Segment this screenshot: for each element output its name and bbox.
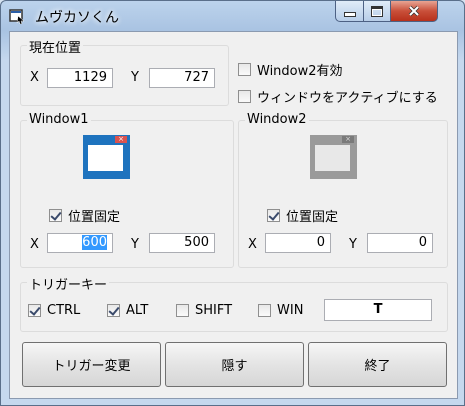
window2-enabled-checkbox[interactable]: Window2有効 (238, 60, 343, 79)
window1-fix-checkbox[interactable]: 位置固定 (49, 206, 120, 225)
alt-checkbox[interactable]: ALT (107, 303, 148, 318)
exit-button[interactable]: 終了 (308, 342, 447, 387)
ctrl-box (28, 304, 41, 317)
window2-y-label: Y (349, 237, 357, 252)
hide-button[interactable]: 隠す (165, 342, 304, 387)
window1-fix-label: 位置固定 (68, 210, 121, 225)
preview-close-icon: × (342, 136, 354, 143)
activate-window-label: ウィンドウをアクティブにする (257, 91, 438, 106)
win-label: WIN (277, 303, 304, 318)
change-trigger-button[interactable]: トリガー変更 (22, 342, 161, 387)
window-title: ムヴカソくん (35, 10, 119, 26)
activate-window-checkbox[interactable]: ウィンドウをアクティブにする (238, 87, 438, 106)
activate-window-box (238, 90, 251, 103)
window1-y-field[interactable]: 500 (149, 233, 215, 253)
shift-label: SHIFT (195, 303, 233, 318)
trigger-key-field[interactable]: T (324, 299, 432, 321)
shift-box (176, 304, 189, 317)
window2-fix-label: 位置固定 (286, 210, 339, 225)
window1-x-label: X (30, 237, 39, 252)
preview-close-icon: × (115, 136, 127, 143)
window2-x-label: X (248, 237, 257, 252)
trigger-key-label: トリガーキー (27, 274, 110, 293)
window1-label: Window1 (27, 112, 91, 127)
window2-group: Window2 × 位置固定 X 0 Y 0 (238, 112, 448, 268)
window2-x-field[interactable]: 0 (265, 233, 331, 253)
minimize-button[interactable] (335, 1, 364, 22)
window1-preview-icon: × (83, 135, 130, 179)
minimize-icon (343, 12, 356, 17)
window1-x-field[interactable]: 600 (47, 233, 113, 253)
window2-fix-box (267, 209, 280, 222)
win-checkbox[interactable]: WIN (258, 303, 303, 318)
close-icon (408, 5, 420, 17)
shift-checkbox[interactable]: SHIFT (176, 303, 232, 318)
ctrl-checkbox[interactable]: CTRL (28, 303, 80, 318)
window2-label: Window2 (245, 112, 309, 127)
window2-y-field[interactable]: 0 (367, 233, 433, 253)
title-bar[interactable]: ムヴカソくん (1, 1, 464, 31)
window1-x-value: 600 (82, 235, 107, 250)
close-button[interactable] (390, 1, 438, 22)
maximize-button[interactable] (363, 1, 391, 22)
ctrl-label: CTRL (47, 303, 81, 318)
client-area: 現在位置 X 1129 Y 727 Window2有効 ウィンドウをアクティブに… (9, 31, 458, 399)
window1-y-label: Y (131, 237, 139, 252)
window2-enabled-label: Window2有効 (257, 64, 343, 79)
current-x-field[interactable]: 1129 (47, 68, 113, 88)
alt-box (107, 304, 120, 317)
window1-fix-box (49, 209, 62, 222)
current-position-label: 現在位置 (27, 37, 84, 56)
trigger-key-group: トリガーキー CTRL ALT SHIFT WIN T (20, 274, 448, 332)
window2-fix-checkbox[interactable]: 位置固定 (267, 206, 338, 225)
win-box (258, 304, 271, 317)
window2-preview-icon: × (310, 135, 357, 179)
current-x-label: X (30, 70, 39, 85)
window2-enabled-box (238, 63, 251, 76)
current-y-label: Y (131, 70, 139, 85)
current-y-field[interactable]: 727 (149, 68, 215, 88)
maximize-icon (371, 5, 383, 17)
alt-label: ALT (126, 303, 149, 318)
window1-group: Window1 × 位置固定 X 600 Y 500 (20, 112, 234, 268)
main-window: ムヴカソくん 現在位置 X 1129 Y 727 Window2有効 ウィンドウ… (0, 0, 465, 406)
app-icon (9, 9, 25, 24)
current-position-group: 現在位置 X 1129 Y 727 (20, 37, 229, 106)
